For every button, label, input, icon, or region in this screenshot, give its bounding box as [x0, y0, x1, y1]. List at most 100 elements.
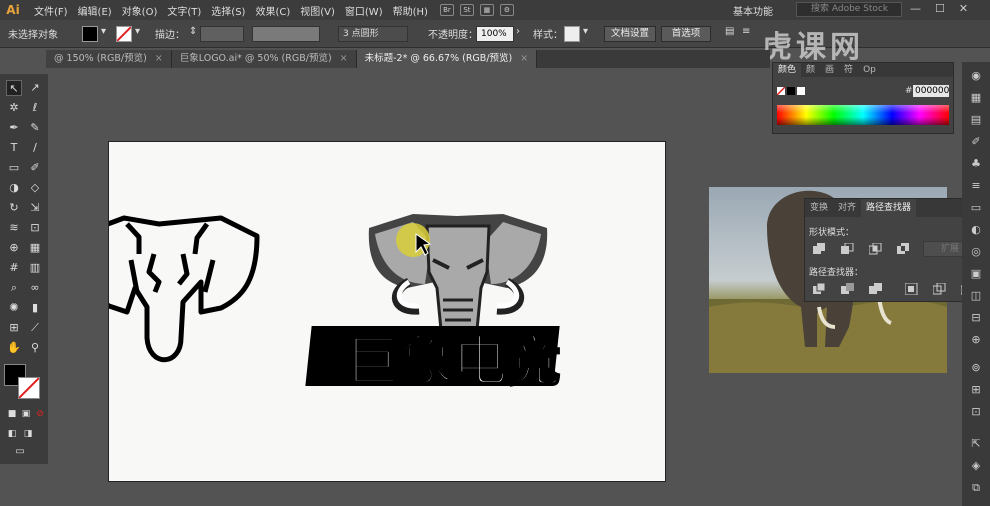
stroke-icon[interactable]: ≡: [968, 178, 984, 194]
minimize-icon[interactable]: —: [910, 2, 921, 15]
bridge-icon[interactable]: Br: [439, 4, 454, 16]
export-icon[interactable]: ⊡: [968, 404, 984, 420]
elephant-logo[interactable]: [368, 214, 548, 345]
shape-builder-icon[interactable]: ⊕: [6, 240, 22, 256]
gradient-icon[interactable]: ▭: [968, 200, 984, 216]
graphic-styles-icon[interactable]: ▣: [968, 266, 984, 282]
outline-icon[interactable]: [932, 282, 946, 295]
menu-edit[interactable]: 编辑(E): [78, 3, 112, 18]
tab-document-1[interactable]: @ 150% (RGB/预览) ×: [46, 50, 172, 68]
merge-icon[interactable]: [869, 283, 882, 295]
workspace-switcher[interactable]: 基本功能: [733, 3, 773, 18]
trim-icon[interactable]: [841, 283, 854, 295]
tab-brushes[interactable]: 画: [820, 63, 839, 77]
black-swatch[interactable]: [787, 87, 795, 95]
chevron-down-icon[interactable]: ▾: [135, 26, 140, 37]
tab-transform[interactable]: 变换: [805, 199, 833, 217]
menu-select[interactable]: 选择(S): [211, 3, 245, 18]
menu-view[interactable]: 视图(V): [300, 3, 335, 18]
direct-selection-tool-icon[interactable]: ↗: [27, 80, 43, 96]
appearance-icon[interactable]: ◎: [968, 244, 984, 260]
artboard[interactable]: 巨象电竞: [78, 141, 666, 482]
slice-tool-icon[interactable]: ⟋: [27, 320, 43, 336]
perspective-grid-icon[interactable]: ▦: [27, 240, 43, 256]
chevron-down-icon[interactable]: ▾: [583, 26, 588, 37]
fill-swatch[interactable]: [82, 26, 98, 42]
paintbrush-icon[interactable]: ✐: [27, 160, 43, 176]
menu-type[interactable]: 文字(T): [167, 3, 201, 18]
layers-icon[interactable]: ◈: [968, 458, 984, 474]
color-panel-icon[interactable]: ◉: [968, 68, 984, 84]
tab-pathfinder[interactable]: 路径查找器: [861, 199, 917, 217]
tab-document-3[interactable]: 未标题-2* @ 66.67% (RGB/预览) ×: [356, 50, 538, 68]
crop-icon[interactable]: [904, 282, 918, 296]
symbols-icon[interactable]: ♣: [968, 156, 984, 172]
logo-text-group[interactable]: 巨象电竞: [305, 326, 562, 394]
color-spectrum[interactable]: [777, 105, 949, 125]
draw-normal-icon[interactable]: ◧: [4, 426, 20, 442]
symbol-sprayer-icon[interactable]: ✺: [6, 300, 22, 316]
layers-stack-icon[interactable]: ◫: [968, 288, 984, 304]
elephant-outline-sketch[interactable]: [78, 215, 260, 363]
blend-tool-icon[interactable]: ∞: [27, 280, 43, 296]
eyedropper-icon[interactable]: ⌕: [6, 280, 22, 296]
scale-tool-icon[interactable]: ⇲: [27, 200, 43, 216]
eraser-icon[interactable]: ◇: [27, 180, 43, 196]
draw-behind-icon[interactable]: ◨: [20, 426, 36, 442]
none-mode-icon[interactable]: ⊘: [32, 406, 48, 422]
transparency-icon[interactable]: ◐: [968, 222, 984, 238]
artboard-tool-icon[interactable]: ⊞: [6, 320, 22, 336]
free-transform-icon[interactable]: ⊡: [27, 220, 43, 236]
unite-icon[interactable]: [813, 243, 826, 255]
rotate-tool-icon[interactable]: ↻: [6, 200, 22, 216]
close-icon[interactable]: ×: [520, 53, 528, 64]
graphic-style-swatch[interactable]: [564, 26, 580, 42]
properties-icon[interactable]: ⊕: [968, 332, 984, 348]
curvature-tool-icon[interactable]: ✎: [27, 120, 43, 136]
zoom-tool-icon[interactable]: ⚲: [27, 340, 43, 356]
stock-search-input[interactable]: 搜索 Adobe Stock: [796, 2, 902, 17]
stroke-weight-select[interactable]: [200, 26, 244, 42]
tab-opacity[interactable]: Op: [858, 63, 881, 77]
gpu-icon[interactable]: ⚙: [499, 4, 514, 16]
intersect-icon[interactable]: [868, 242, 882, 255]
tab-document-2[interactable]: 巨象LOGO.ai* @ 50% (RGB/预览) ×: [171, 50, 357, 68]
menu-help[interactable]: 帮助(H): [393, 3, 428, 18]
chevron-right-icon[interactable]: ›: [516, 26, 520, 37]
menu-file[interactable]: 文件(F): [34, 3, 68, 18]
graph-tool-icon[interactable]: ▮: [27, 300, 43, 316]
links-icon[interactable]: ⊞: [968, 382, 984, 398]
asset-export-icon[interactable]: ⇱: [968, 436, 984, 452]
stepper-icon[interactable]: ⇕: [189, 26, 197, 37]
preferences-button[interactable]: 首选项: [661, 26, 711, 42]
color-guide-icon[interactable]: ▦: [968, 90, 984, 106]
white-swatch[interactable]: [797, 87, 805, 95]
lasso-icon[interactable]: ℓ: [27, 100, 43, 116]
selection-tool-icon[interactable]: ↖: [6, 80, 22, 96]
hex-input[interactable]: 000000: [913, 85, 949, 97]
close-icon[interactable]: ×: [155, 53, 163, 64]
libraries-icon[interactable]: ⊚: [968, 360, 984, 376]
minus-front-icon[interactable]: [841, 242, 854, 255]
stroke-color-box[interactable]: [18, 377, 40, 399]
rectangle-tool-icon[interactable]: ▭: [6, 160, 22, 176]
maximize-icon[interactable]: ☐: [935, 2, 945, 15]
brush-select[interactable]: 3 点圆形: [338, 26, 408, 42]
brushes-icon[interactable]: ✐: [968, 134, 984, 150]
magic-wand-icon[interactable]: ✲: [6, 100, 22, 116]
arrange-icon[interactable]: ▦: [479, 4, 494, 16]
gradient-tool-icon[interactable]: ▥: [27, 260, 43, 276]
opacity-input[interactable]: 100%: [476, 26, 514, 42]
shaper-tool-icon[interactable]: ◑: [6, 180, 22, 196]
close-icon[interactable]: ✕: [959, 2, 968, 15]
tab-color-guide[interactable]: 颜: [801, 63, 820, 77]
document-setup-button[interactable]: 文档设置: [604, 26, 656, 42]
divide-icon[interactable]: [813, 282, 826, 295]
menu-window[interactable]: 窗口(W): [345, 3, 383, 18]
screen-mode-icon[interactable]: ▭: [12, 444, 28, 460]
tab-align[interactable]: 对齐: [833, 199, 861, 217]
hand-tool-icon[interactable]: ✋: [6, 340, 22, 356]
stock-icon[interactable]: St: [459, 4, 474, 16]
stroke-swatch[interactable]: [116, 26, 132, 42]
mesh-tool-icon[interactable]: #: [6, 260, 22, 276]
